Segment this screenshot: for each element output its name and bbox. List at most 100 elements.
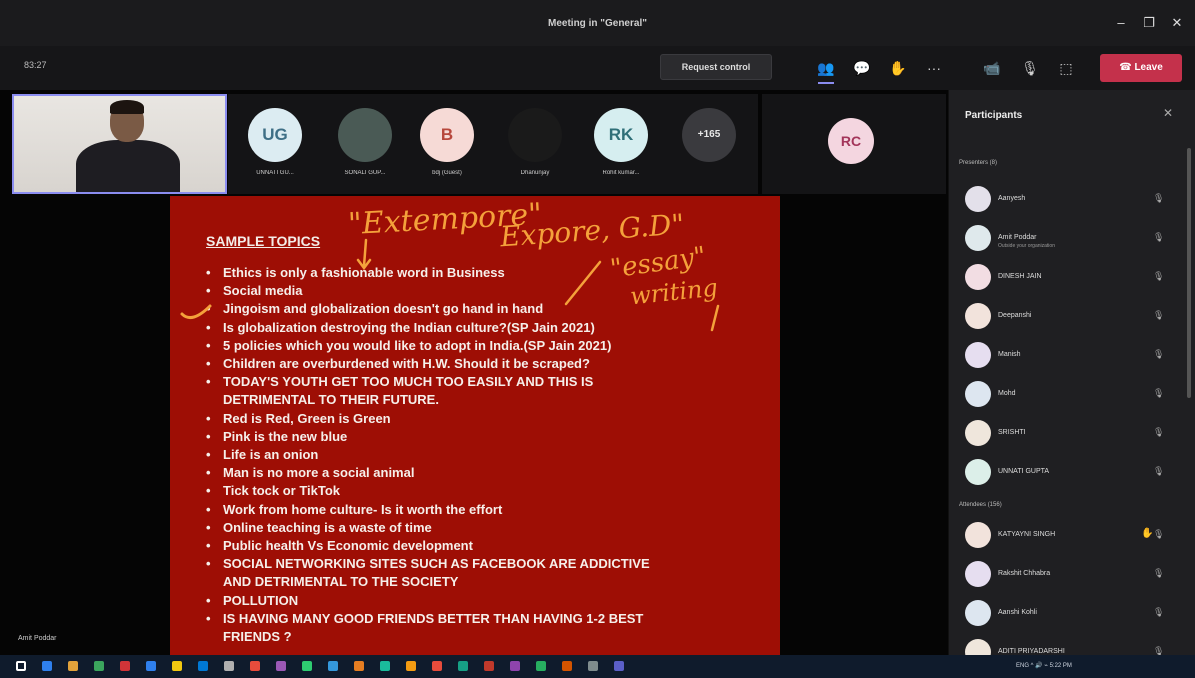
meeting-timer: 83:27 <box>24 60 47 70</box>
taskbar-app-icon[interactable] <box>224 661 234 671</box>
taskbar-app-icon[interactable] <box>380 661 390 671</box>
phone-icon: ☎ <box>1119 62 1132 73</box>
avatar <box>965 600 991 626</box>
attendees-section-label[interactable]: Attendees (156) <box>959 502 1002 508</box>
attendee-row[interactable]: Rakshit Chhabra 🎙 <box>965 561 1179 591</box>
presenters-section-label[interactable]: Presenters (8) <box>959 160 997 166</box>
participant-name: Aanyesh <box>998 195 1026 202</box>
presenter-row[interactable]: Mohd 🎙 <box>965 381 1179 411</box>
close-window-button[interactable]: ✕ <box>1166 14 1188 32</box>
presenter-row[interactable]: UNNATI GUPTA 🎙 <box>965 459 1179 489</box>
participant-avatar <box>508 108 562 162</box>
more-options-icon[interactable]: ··· <box>924 58 944 78</box>
participant-name: Manish <box>998 351 1021 358</box>
taskbar-app-icon[interactable] <box>614 661 624 671</box>
taskbar-app-icon[interactable] <box>432 661 442 671</box>
taskbar-app-icon[interactable] <box>172 661 182 671</box>
start-menu-icon[interactable] <box>16 661 26 671</box>
taskbar-app-icon[interactable] <box>250 661 260 671</box>
presenter-body <box>76 140 180 192</box>
participant-name: ADITI PRIYADARSHI <box>998 648 1065 655</box>
participant-avatar: UG <box>248 108 302 162</box>
presenter-row[interactable]: Manish 🎙 <box>965 342 1179 372</box>
presenter-row[interactable]: Deepanshi 🎙 <box>965 303 1179 333</box>
participant-org-note: Outside your organization <box>998 243 1055 249</box>
presenter-row[interactable]: Amit Poddar Outside your organization 🎙 <box>965 225 1179 255</box>
mic-muted-icon: 🎙 <box>1153 388 1165 398</box>
system-tray[interactable]: ENG ^ 🔊 ⌁ 5:22 PM <box>1016 662 1072 669</box>
mic-icon[interactable]: 🎙 <box>1020 58 1040 78</box>
avatar <box>965 225 991 251</box>
meeting-stage: UG UNNATI GU... SONALI GUP... Bbdj (Guest) D… <box>0 90 948 655</box>
avatar <box>965 264 991 290</box>
taskbar-app-icon[interactable] <box>484 661 494 671</box>
taskbar-app-icon[interactable] <box>562 661 572 671</box>
participant-name: UNNATI GU... <box>256 170 294 176</box>
avatar <box>965 522 991 548</box>
mic-muted-icon: 🎙 <box>1153 271 1165 281</box>
panel-scrollbar[interactable] <box>1187 148 1191 398</box>
mic-muted-icon: 🎙 <box>1153 529 1165 539</box>
participant-tile[interactable]: +165 <box>668 94 750 194</box>
participants-icon[interactable]: 👥 <box>816 58 836 84</box>
participant-avatar <box>338 108 392 162</box>
presenter-video[interactable] <box>12 94 227 194</box>
taskbar-app-icon[interactable] <box>68 661 78 671</box>
taskbar-app-icon[interactable] <box>302 661 312 671</box>
raised-hand-icon: ✋ <box>1141 528 1154 539</box>
taskbar-app-icon[interactable] <box>146 661 156 671</box>
participant-strip: UG UNNATI GU... SONALI GUP... Bbdj (Guest) D… <box>228 94 758 194</box>
participant-tile[interactable]: RK Rohit kumar... <box>580 94 662 194</box>
taskbar-app-icon[interactable] <box>458 661 468 671</box>
avatar <box>965 303 991 329</box>
taskbar-app-icon[interactable] <box>536 661 546 671</box>
mic-muted-icon: 🎙 <box>1153 310 1165 320</box>
chat-icon[interactable]: 💬 <box>852 58 872 78</box>
meeting-toolbar: 83:27 Request control 👥 💬 ✋ ··· 📹 🎙 ⬚ ☎ … <box>0 46 1195 90</box>
share-icon[interactable]: ⬚ <box>1056 58 1076 78</box>
participant-tile[interactable]: UG UNNATI GU... <box>234 94 316 194</box>
presenter-row[interactable]: SRISHTI 🎙 <box>965 420 1179 450</box>
participant-name: Rohit kumar... <box>602 170 640 176</box>
participant-tile[interactable]: Bbdj (Guest) <box>406 94 488 194</box>
title-bar: Meeting in "General" – ❐ ✕ <box>0 0 1195 46</box>
participant-name: Aanshi Kohli <box>998 609 1037 616</box>
taskbar-app-icon[interactable] <box>198 661 208 671</box>
close-panel-icon[interactable]: ✕ <box>1163 106 1173 120</box>
presenter-name-label: Amit Poddar <box>18 635 57 642</box>
rc-avatar[interactable]: RC <box>828 118 874 164</box>
leave-label: Leave <box>1134 62 1163 73</box>
shared-slide: SAMPLE TOPICS Ethics is only a fashionab… <box>170 196 780 655</box>
avatar <box>965 459 991 485</box>
taskbar-app-icon[interactable] <box>588 661 598 671</box>
taskbar-app-icon[interactable] <box>354 661 364 671</box>
leave-button[interactable]: ☎ Leave <box>1100 54 1182 82</box>
presenter-row[interactable]: Aanyesh 🎙 <box>965 186 1179 216</box>
request-control-button[interactable]: Request control <box>660 54 772 80</box>
mic-muted-icon: 🎙 <box>1153 607 1165 617</box>
attendee-row[interactable]: Aanshi Kohli 🎙 <box>965 600 1179 630</box>
minimize-button[interactable]: – <box>1110 14 1132 32</box>
taskbar-app-icon[interactable] <box>120 661 130 671</box>
avatar <box>965 186 991 212</box>
participant-tile[interactable]: Dhanunjay <box>494 94 576 194</box>
taskbar-app-icon[interactable] <box>328 661 338 671</box>
taskbar-app-icon[interactable] <box>406 661 416 671</box>
taskbar-app-icon[interactable] <box>42 661 52 671</box>
camera-icon[interactable]: 📹 <box>982 58 1002 78</box>
taskbar-app-icon[interactable] <box>276 661 286 671</box>
os-taskbar: ENG ^ 🔊 ⌁ 5:22 PM <box>0 655 1195 678</box>
participants-panel: Participants ✕ Presenters (8) Attendees … <box>948 90 1195 665</box>
mic-muted-icon: 🎙 <box>1153 427 1165 437</box>
participant-name: DINESH JAIN <box>998 273 1042 280</box>
presenter-row[interactable]: DINESH JAIN 🎙 <box>965 264 1179 294</box>
taskbar-app-icon[interactable] <box>94 661 104 671</box>
participant-tile[interactable]: SONALI GUP... <box>324 94 406 194</box>
taskbar-app-icon[interactable] <box>510 661 520 671</box>
participant-avatar: B <box>420 108 474 162</box>
reactions-icon[interactable]: ✋ <box>888 58 908 78</box>
attendee-row[interactable]: KATYAYNI SINGH ✋ 🎙 <box>965 522 1179 552</box>
participant-name: Deepanshi <box>998 312 1032 319</box>
restore-button[interactable]: ❐ <box>1138 14 1160 32</box>
avatar <box>965 342 991 368</box>
